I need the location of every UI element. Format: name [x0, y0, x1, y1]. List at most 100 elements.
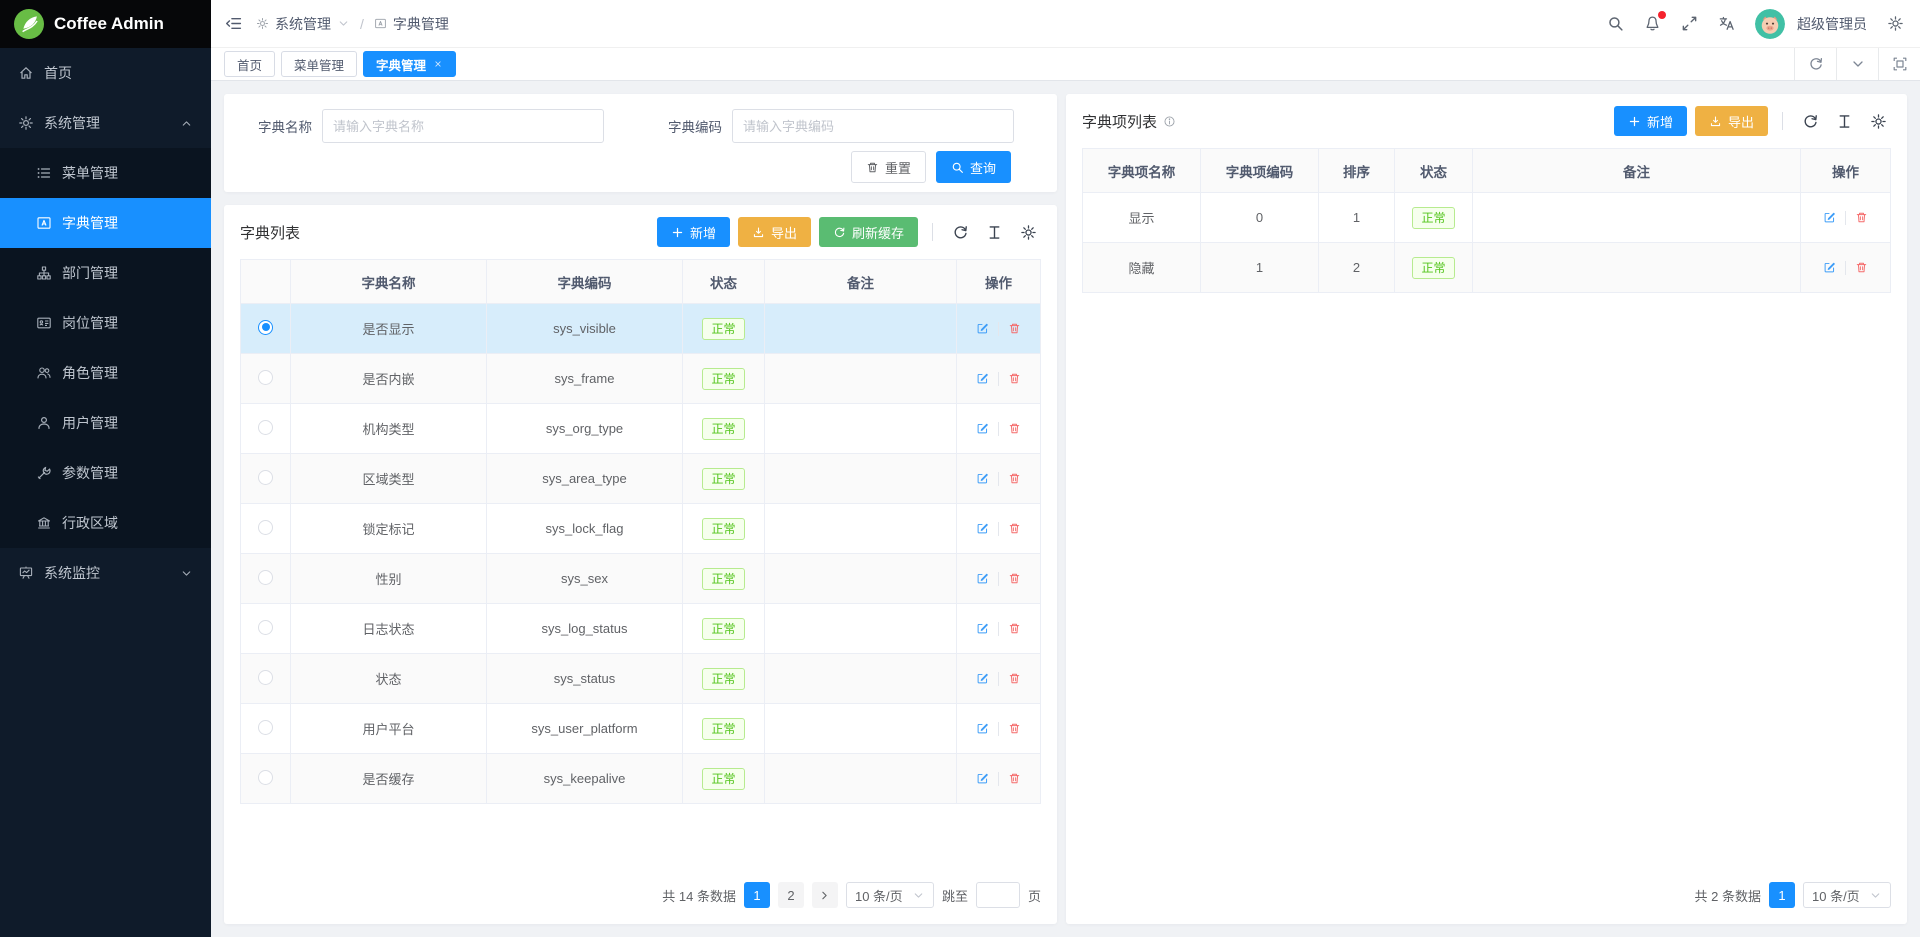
sort-cell: 1	[1319, 193, 1395, 243]
edit-button[interactable]	[976, 622, 989, 635]
delete-button[interactable]	[1008, 422, 1021, 435]
column-settings-button[interactable]	[1015, 219, 1041, 245]
tab-menu-management[interactable]: 菜单管理	[281, 51, 357, 77]
refresh-cache-button[interactable]: 刷新缓存	[819, 217, 918, 247]
export-dict-item-button[interactable]: 导出	[1695, 106, 1768, 136]
delete-button[interactable]	[1008, 772, 1021, 785]
row-radio[interactable]	[258, 470, 273, 485]
page-size-select[interactable]: 10 条/页	[846, 882, 934, 908]
row-density-button[interactable]	[981, 219, 1007, 245]
row-radio[interactable]	[258, 620, 273, 635]
next-page-button[interactable]	[812, 882, 838, 908]
app-logo[interactable]: Coffee Admin	[0, 0, 211, 48]
sidebar-item-system-management[interactable]: 系统管理	[0, 98, 211, 148]
tab-home[interactable]: 首页	[224, 51, 275, 77]
table-row[interactable]: 显示 0 1 正常	[1083, 193, 1891, 243]
reset-button[interactable]: 重置	[851, 151, 926, 183]
table-row[interactable]: 机构类型 sys_org_type 正常	[241, 404, 1041, 454]
refresh-table-button[interactable]	[947, 219, 973, 245]
row-radio[interactable]	[258, 770, 273, 785]
delete-button[interactable]	[1008, 672, 1021, 685]
table-row[interactable]: 是否显示 sys_visible 正常	[241, 304, 1041, 354]
delete-button[interactable]	[1008, 322, 1021, 335]
row-radio[interactable]	[258, 670, 273, 685]
dict-code-input[interactable]	[732, 109, 1014, 143]
row-radio[interactable]	[258, 370, 273, 385]
user-avatar[interactable]	[1755, 9, 1785, 39]
table-row[interactable]: 区域类型 sys_area_type 正常	[241, 454, 1041, 504]
delete-button[interactable]	[1008, 622, 1021, 635]
edit-button[interactable]	[976, 672, 989, 685]
edit-button[interactable]	[976, 372, 989, 385]
delete-button[interactable]	[1008, 722, 1021, 735]
row-radio[interactable]	[258, 420, 273, 435]
table-row[interactable]: 状态 sys_status 正常	[241, 654, 1041, 704]
table-row[interactable]: 是否缓存 sys_keepalive 正常	[241, 754, 1041, 804]
table-row[interactable]: 日志状态 sys_log_status 正常	[241, 604, 1041, 654]
edit-button[interactable]	[1823, 211, 1836, 224]
jump-page-input[interactable]	[976, 882, 1020, 908]
edit-button[interactable]	[976, 422, 989, 435]
sidebar-item-admin-region[interactable]: 行政区域	[0, 498, 211, 548]
global-search-button[interactable]	[1607, 15, 1624, 32]
edit-button[interactable]	[976, 772, 989, 785]
page-size-select[interactable]: 10 条/页	[1803, 882, 1891, 908]
refresh-table-button[interactable]	[1797, 108, 1823, 134]
edit-button[interactable]	[976, 722, 989, 735]
username[interactable]: 超级管理员	[1797, 14, 1867, 34]
edit-button[interactable]	[976, 522, 989, 535]
sidebar-item-dict-management[interactable]: 字典管理	[0, 198, 211, 248]
notifications-button[interactable]	[1644, 15, 1661, 32]
row-radio[interactable]	[258, 570, 273, 585]
tab-options-button[interactable]	[1836, 48, 1878, 80]
row-radio[interactable]	[258, 520, 273, 535]
delete-button[interactable]	[1008, 522, 1021, 535]
close-icon[interactable]	[433, 59, 443, 69]
delete-button[interactable]	[1008, 472, 1021, 485]
delete-button[interactable]	[1855, 211, 1868, 224]
edit-button[interactable]	[976, 322, 989, 335]
sidebar-item-home[interactable]: 首页	[0, 48, 211, 98]
add-dict-item-button[interactable]: 新增	[1614, 106, 1687, 136]
settings-button[interactable]	[1887, 15, 1904, 32]
column-settings-button[interactable]	[1865, 108, 1891, 134]
delete-button[interactable]	[1008, 572, 1021, 585]
menu-fold-button[interactable]	[225, 15, 242, 32]
info-icon[interactable]	[1163, 115, 1176, 128]
page-1-button[interactable]: 1	[1769, 882, 1795, 908]
sidebar-item-system-monitor[interactable]: 系统监控	[0, 548, 211, 598]
sidebar-item-role-management[interactable]: 角色管理	[0, 348, 211, 398]
table-row[interactable]: 是否内嵌 sys_frame 正常	[241, 354, 1041, 404]
sidebar-item-menu-management[interactable]: 菜单管理	[0, 148, 211, 198]
sidebar-item-user-management[interactable]: 用户管理	[0, 398, 211, 448]
sidebar-item-post-management[interactable]: 岗位管理	[0, 298, 211, 348]
refresh-page-button[interactable]	[1794, 48, 1836, 80]
fullscreen-button[interactable]	[1681, 15, 1698, 32]
row-density-button[interactable]	[1831, 108, 1857, 134]
table-row[interactable]: 隐藏 1 2 正常	[1083, 243, 1891, 293]
sidebar-item-dept-management[interactable]: 部门管理	[0, 248, 211, 298]
breadcrumb-system-management[interactable]: 系统管理	[275, 14, 331, 34]
add-dict-button[interactable]: 新增	[657, 217, 730, 247]
edit-button[interactable]	[1823, 261, 1836, 274]
export-dict-button[interactable]: 导出	[738, 217, 811, 247]
dict-name-input[interactable]	[322, 109, 604, 143]
content-fullscreen-button[interactable]	[1878, 48, 1920, 80]
table-row[interactable]: 性别 sys_sex 正常	[241, 554, 1041, 604]
table-row[interactable]: 锁定标记 sys_lock_flag 正常	[241, 504, 1041, 554]
row-radio[interactable]	[258, 720, 273, 735]
edit-button[interactable]	[976, 472, 989, 485]
table-row[interactable]: 用户平台 sys_user_platform 正常	[241, 704, 1041, 754]
page-unit-label: 页	[1028, 886, 1041, 905]
tab-dict-management[interactable]: 字典管理	[363, 51, 456, 77]
delete-button[interactable]	[1008, 372, 1021, 385]
edit-button[interactable]	[976, 572, 989, 585]
language-button[interactable]	[1718, 15, 1735, 32]
page-1-button[interactable]: 1	[744, 882, 770, 908]
delete-button[interactable]	[1855, 261, 1868, 274]
sidebar-item-param-management[interactable]: 参数管理	[0, 448, 211, 498]
row-radio[interactable]	[258, 320, 273, 335]
page-2-button[interactable]: 2	[778, 882, 804, 908]
dict-name-cell: 状态	[291, 654, 487, 704]
query-button[interactable]: 查询	[936, 151, 1011, 183]
